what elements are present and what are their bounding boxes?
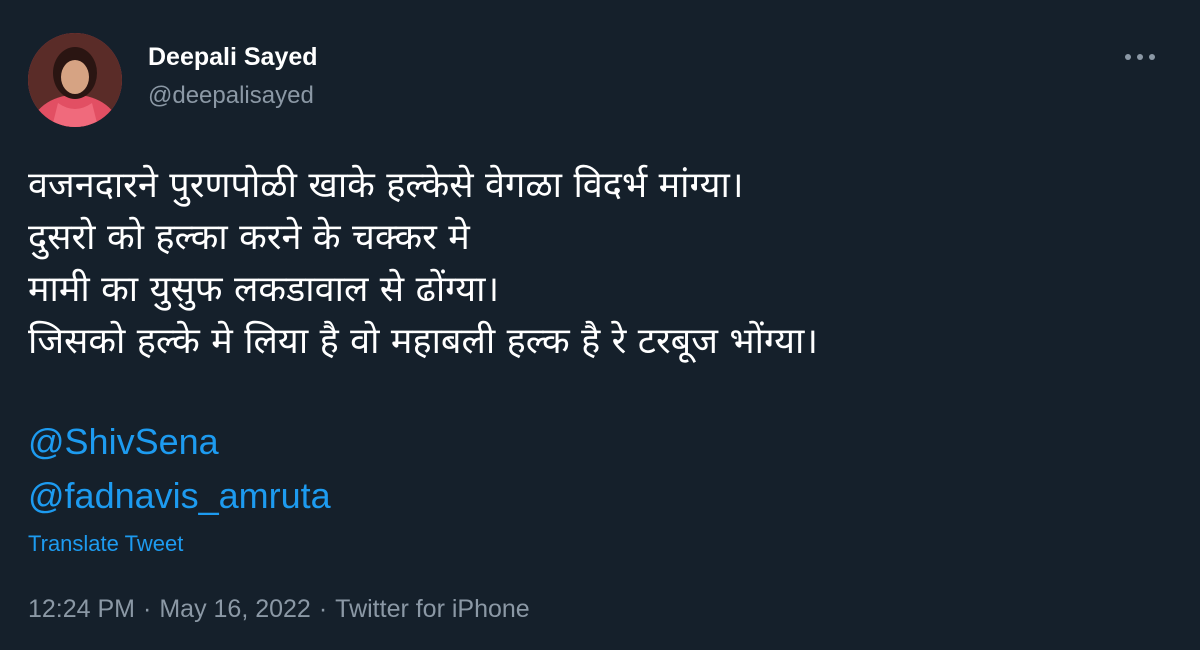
mention-link-shivsena[interactable]: @ShivSena — [28, 420, 219, 464]
tweet-text-line: वजनदारने पुरणपोळी खाके हल्केसे वेगळा विद… — [28, 165, 744, 206]
separator-dot: · — [318, 595, 328, 623]
mention-link-fadnavis-amruta[interactable]: @fadnavis_amruta — [28, 474, 331, 518]
user-handle[interactable]: @deepalisayed — [148, 82, 314, 110]
tweet-text-line: जिसको हल्के मे लिया है वो महाबली हल्क है… — [28, 321, 818, 362]
more-options-button[interactable] — [1120, 42, 1160, 72]
tweet-card: Deepali Sayed @deepalisayed वजनदारने पुर… — [0, 0, 1200, 650]
tweet-text-line: दुसरो को हल्का करने के चक्कर मे — [28, 217, 470, 258]
avatar[interactable] — [28, 33, 122, 127]
translate-tweet-link[interactable]: Translate Tweet — [28, 530, 183, 558]
separator-dot: · — [143, 595, 152, 623]
tweet-source-link[interactable]: Twitter for iPhone — [335, 595, 530, 623]
tweet-time[interactable]: 12:24 PM — [28, 595, 135, 623]
more-horizontal-icon — [1125, 54, 1155, 60]
tweet-date[interactable]: May 16, 2022 — [159, 595, 311, 623]
tweet-text-line: मामी का युसुफ लकडावाल से ढोंग्या। — [28, 269, 500, 310]
avatar-image — [28, 33, 122, 127]
tweet-metadata: 12:24 PM · May 16, 2022 · Twitter for iPhone — [28, 594, 530, 624]
display-name[interactable]: Deepali Sayed — [148, 42, 318, 72]
tweet-text: वजनदारने पुरणपोळी खाके हल्केसे वेगळा विद… — [28, 160, 1168, 368]
